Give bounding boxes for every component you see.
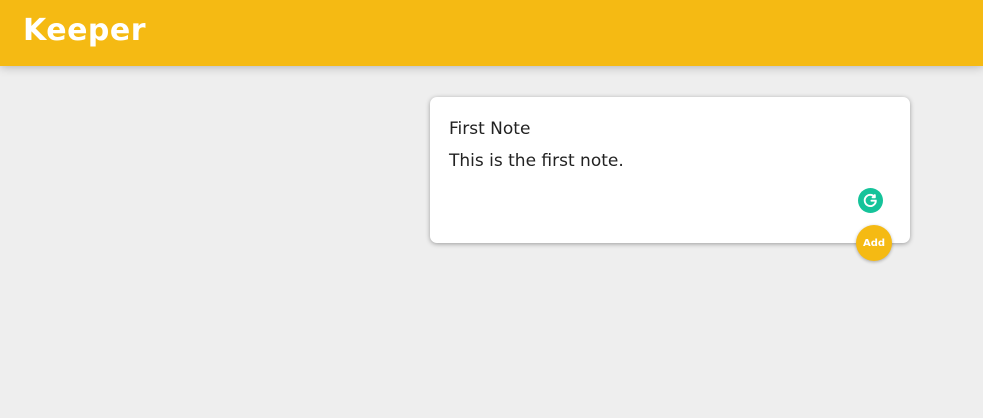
app-title: Keeper (23, 13, 147, 48)
grammarly-g-icon (863, 193, 877, 207)
note-title-input[interactable]: First Note (449, 117, 889, 141)
app-header: Keeper (0, 0, 983, 66)
note-content-textarea[interactable]: This is the first note. (449, 149, 889, 173)
create-note-form: First Note This is the first note. (430, 97, 910, 243)
add-note-button[interactable]: Add (856, 225, 892, 261)
grammarly-icon[interactable] (858, 188, 883, 213)
